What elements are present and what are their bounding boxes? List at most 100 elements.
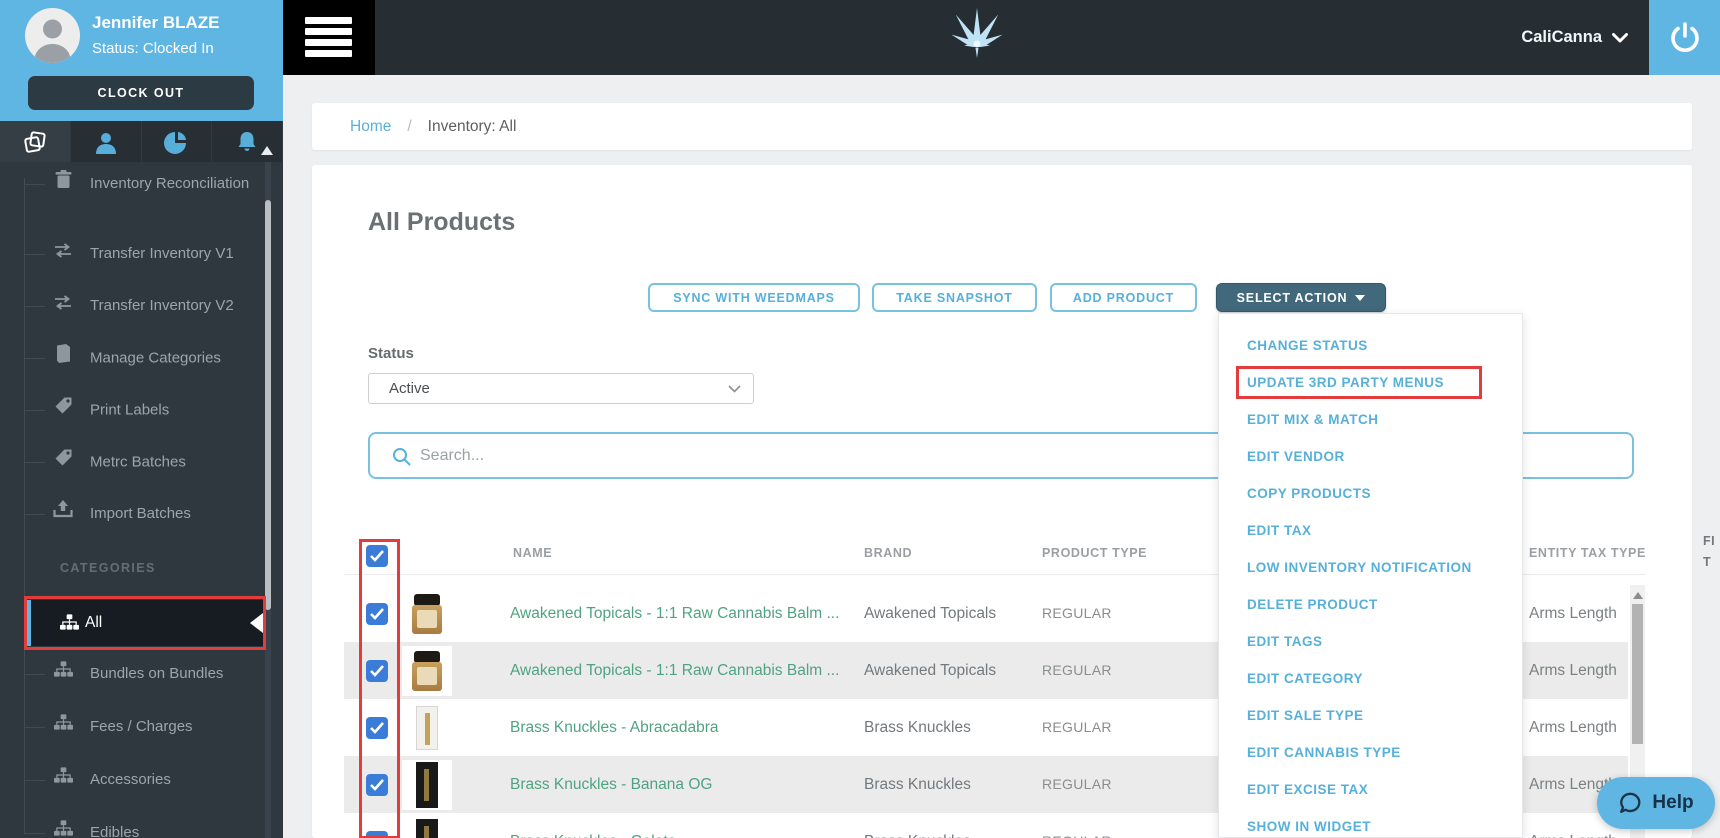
column-header-entity-tax-type[interactable]: ENTITY TAX TYPE xyxy=(1529,546,1646,560)
sidebar-item-label: Transfer Inventory V2 xyxy=(90,297,234,314)
status-select[interactable]: Active xyxy=(368,373,754,404)
light-box-thumbnail xyxy=(416,706,438,750)
row-checkbox[interactable] xyxy=(366,717,388,739)
product-type-cell: REGULAR xyxy=(1042,605,1112,621)
sidebar-item-category-bundles[interactable]: Bundles on Bundles xyxy=(23,660,223,688)
hamburger-menu-button[interactable] xyxy=(283,0,375,75)
column-header-brand[interactable]: BRAND xyxy=(864,546,912,560)
tag-icon xyxy=(52,448,74,477)
product-thumbnail xyxy=(402,589,452,639)
row-checkbox[interactable] xyxy=(366,831,388,838)
sidebar-item-inventory-reconciliation[interactable]: Inventory Reconciliation xyxy=(24,170,260,198)
menu-item-edit-category[interactable]: EDIT CATEGORY xyxy=(1247,663,1363,695)
sidebar-item-label: Manage Categories xyxy=(90,349,221,367)
logout-power-button[interactable] xyxy=(1649,0,1720,75)
sidebar-item-import-batches[interactable]: Import Batches xyxy=(24,500,191,528)
sidebar-item-print-labels[interactable]: Print Labels xyxy=(23,396,169,424)
menu-item-low-inventory-notification[interactable]: LOW INVENTORY NOTIFICATION xyxy=(1247,552,1472,584)
menu-item-edit-tags[interactable]: EDIT TAGS xyxy=(1247,626,1323,658)
select-all-checkbox[interactable] xyxy=(366,545,388,567)
tab-notifications[interactable] xyxy=(212,121,283,162)
person-icon xyxy=(34,19,71,63)
sidebar-scrollbar-thumb[interactable] xyxy=(265,200,271,610)
sidebar-item-category-all[interactable]: All xyxy=(27,600,263,646)
sitemap-icon xyxy=(52,713,74,741)
hamburger-bar xyxy=(305,28,352,35)
tags-icon xyxy=(24,130,46,153)
product-name-link[interactable]: Awakened Topicals - 1:1 Raw Cannabis Bal… xyxy=(510,642,839,699)
selected-arrow-icon xyxy=(250,613,263,633)
chat-bubble-icon xyxy=(1620,792,1641,813)
sidebar-item-category-edibles[interactable]: Edibles xyxy=(23,819,139,838)
menu-item-edit-cannabis-type[interactable]: EDIT CANNABIS TYPE xyxy=(1247,737,1401,769)
menu-item-update-3rd-party-menus[interactable]: UPDATE 3RD PARTY MENUS xyxy=(1247,367,1444,399)
tab-reports[interactable] xyxy=(142,121,213,162)
menu-item-edit-sale-type[interactable]: EDIT SALE TYPE xyxy=(1247,700,1364,732)
menu-item-show-in-widget[interactable]: SHOW IN WIDGET xyxy=(1247,811,1371,838)
menu-item-delete-product[interactable]: DELETE PRODUCT xyxy=(1247,589,1378,621)
product-type-cell: REGULAR xyxy=(1042,719,1112,735)
check-icon xyxy=(370,665,384,677)
table-scrollbar-thumb[interactable] xyxy=(1632,604,1643,744)
product-thumbnail xyxy=(402,703,452,753)
sync-with-weedmaps-button[interactable]: SYNC WITH WEEDMAPS xyxy=(648,283,860,312)
product-name-link[interactable]: Brass Knuckles - Abracadabra xyxy=(510,699,719,756)
sidebar-item-label: Transfer Inventory V1 xyxy=(90,245,234,262)
check-icon xyxy=(370,550,384,562)
sidebar-item-transfer-inventory-v2[interactable]: Transfer Inventory V2 xyxy=(24,292,234,320)
sidebar-item-transfer-inventory-v1[interactable]: Transfer Inventory V1 xyxy=(24,240,234,268)
sitemap-icon xyxy=(52,660,74,688)
brand-cell: Awakened Topicals xyxy=(864,605,997,622)
entity-tax-cell: Arms Length xyxy=(1529,719,1617,736)
store-switcher[interactable]: CaliCanna xyxy=(1521,0,1628,75)
menu-item-edit-excise-tax[interactable]: EDIT EXCISE TAX xyxy=(1247,774,1368,806)
select-action-button[interactable]: SELECT ACTION xyxy=(1216,283,1386,312)
column-header-product-type[interactable]: PRODUCT TYPE xyxy=(1042,546,1147,560)
breadcrumb-home-link[interactable]: Home xyxy=(350,118,391,136)
transfer-icon xyxy=(52,292,74,320)
sidebar: Jennifer BLAZE Status: Clocked In CLOCK … xyxy=(0,0,283,838)
add-product-button[interactable]: ADD PRODUCT xyxy=(1050,283,1197,312)
cannabis-leaf-icon xyxy=(951,8,1003,58)
take-snapshot-button[interactable]: TAKE SNAPSHOT xyxy=(872,283,1037,312)
sidebar-scroll-up-icon[interactable] xyxy=(261,146,273,155)
row-checkbox[interactable] xyxy=(366,660,388,682)
menu-item-change-status[interactable]: CHANGE STATUS xyxy=(1247,330,1368,362)
menu-item-copy-products[interactable]: COPY PRODUCTS xyxy=(1247,478,1371,510)
categories-header: CATEGORIES xyxy=(60,561,156,575)
menu-item-edit-tax[interactable]: EDIT TAX xyxy=(1247,515,1312,547)
tab-customers[interactable] xyxy=(71,121,142,162)
table-scroll-up-icon[interactable] xyxy=(1633,592,1643,599)
check-icon xyxy=(370,722,384,734)
menu-item-edit-vendor[interactable]: EDIT VENDOR xyxy=(1247,441,1345,473)
tab-inventory[interactable] xyxy=(0,121,71,162)
help-button[interactable]: Help xyxy=(1597,777,1715,829)
sidebar-item-manage-categories[interactable]: Manage Categories xyxy=(24,344,221,372)
store-name: CaliCanna xyxy=(1521,28,1602,46)
column-header-partial: FI T xyxy=(1703,534,1716,569)
transfer-icon xyxy=(52,240,74,268)
breadcrumb-separator: / xyxy=(407,117,412,135)
dark-box-thumbnail xyxy=(416,762,438,808)
app-screen: Jennifer BLAZE Status: Clocked In CLOCK … xyxy=(0,0,1720,838)
status-select-value: Active xyxy=(389,380,430,397)
brand-cell: Awakened Topicals xyxy=(864,662,997,679)
sidebar-item-label: Accessories xyxy=(90,771,171,788)
sidebar-item-label: Import Batches xyxy=(90,505,191,522)
sidebar-item-category-fees[interactable]: Fees / Charges xyxy=(24,713,193,741)
sitemap-icon xyxy=(52,766,74,794)
product-name-link[interactable]: Brass Knuckles - Banana OG xyxy=(510,756,712,813)
column-header-name[interactable]: NAME xyxy=(513,546,552,560)
row-checkbox[interactable] xyxy=(366,774,388,796)
menu-item-edit-mix-match[interactable]: EDIT MIX & MATCH xyxy=(1247,404,1379,436)
product-type-cell: REGULAR xyxy=(1042,662,1112,678)
sidebar-item-category-accessories[interactable]: Accessories xyxy=(24,766,171,794)
row-checkbox[interactable] xyxy=(366,603,388,625)
product-type-cell: REGULAR xyxy=(1042,776,1112,792)
chevron-down-icon xyxy=(728,385,741,393)
power-icon xyxy=(1670,21,1699,52)
sidebar-item-metrc-batches[interactable]: Metrc Batches xyxy=(24,448,186,477)
product-name-link[interactable]: Brass Knuckles - Gelato xyxy=(510,813,676,838)
clock-out-button[interactable]: CLOCK OUT xyxy=(28,76,254,110)
product-name-link[interactable]: Awakened Topicals - 1:1 Raw Cannabis Bal… xyxy=(510,585,839,642)
